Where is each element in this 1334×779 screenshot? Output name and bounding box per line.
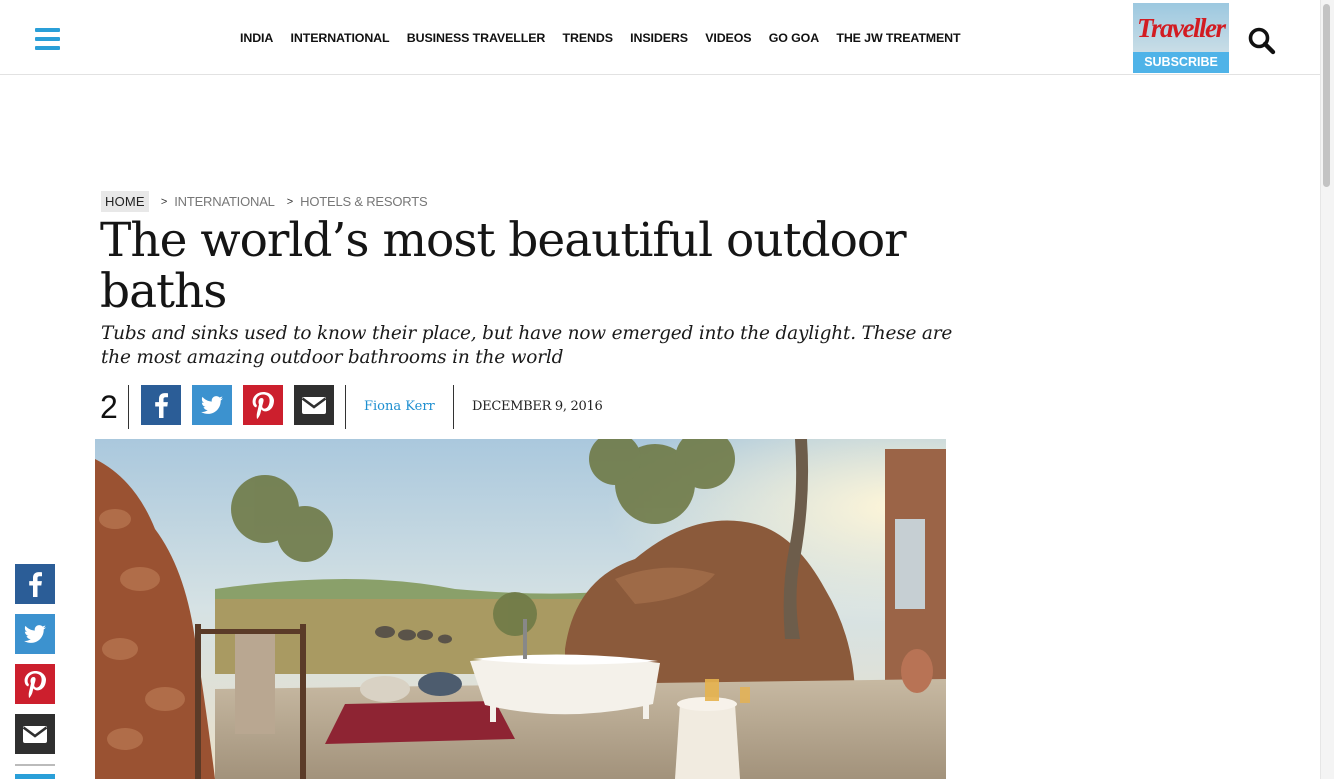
breadcrumb-separator: > [160,195,168,208]
nav-item-india[interactable]: INDIA [240,31,273,45]
share-count: 2 [100,389,118,425]
nav-item-business-traveller[interactable]: BUSINESS TRAVELLER [407,31,546,45]
hamburger-menu-icon[interactable] [35,28,60,50]
twitter-icon [24,625,46,643]
pinterest-share-button[interactable] [243,385,283,425]
email-share-button[interactable] [294,385,334,425]
main-nav: INDIA INTERNATIONAL BUSINESS TRAVELLER T… [240,31,978,45]
breadcrumb: HOME > INTERNATIONAL > HOTELS & RESORTS [101,191,428,212]
publish-date: DECEMBER 9, 2016 [472,399,603,414]
magazine-subscribe-widget[interactable]: Traveller SUBSCRIBE [1133,3,1229,73]
divider [128,385,129,429]
nav-item-insiders[interactable]: INSIDERS [630,31,688,45]
site-header: INDIA INTERNATIONAL BUSINESS TRAVELLER T… [0,0,1320,75]
side-pinterest-share-button[interactable] [15,664,55,704]
divider [453,385,454,429]
subscribe-button[interactable]: SUBSCRIBE [1134,52,1228,73]
divider [15,764,55,766]
author-link[interactable]: Fiona Kerr [364,399,435,414]
breadcrumb-hotels-resorts[interactable]: HOTELS & RESORTS [300,194,428,209]
email-icon [301,397,327,414]
nav-item-go-goa[interactable]: GO GOA [769,31,819,45]
breadcrumb-separator: > [286,195,294,208]
nav-item-international[interactable]: INTERNATIONAL [291,31,390,45]
divider [345,385,346,429]
nav-item-trends[interactable]: TRENDS [563,31,613,45]
nav-item-videos[interactable]: VIDEOS [705,31,751,45]
side-facebook-share-button[interactable] [15,564,55,604]
breadcrumb-international[interactable]: INTERNATIONAL [174,194,275,209]
article-title: The world’s most beautiful outdoor baths [100,213,907,319]
email-icon [22,726,48,743]
side-email-share-button[interactable] [15,714,55,754]
nav-item-jw-treatment[interactable]: THE JW TREATMENT [836,31,960,45]
facebook-share-button[interactable] [141,385,181,425]
side-share-more-button[interactable] [15,774,55,779]
side-twitter-share-button[interactable] [15,614,55,654]
twitter-icon [201,396,223,414]
facebook-icon [155,393,168,418]
facebook-icon [29,572,42,597]
twitter-share-button[interactable] [192,385,232,425]
pinterest-icon [252,392,274,419]
breadcrumb-home[interactable]: HOME [101,191,149,212]
pinterest-icon [24,671,46,698]
hero-image [95,439,946,779]
magazine-logo: Traveller [1137,13,1226,43]
article-subtitle: Tubs and sinks used to know their place,… [101,323,953,368]
search-icon[interactable] [1247,26,1277,56]
scrollbar-thumb[interactable] [1323,4,1330,187]
